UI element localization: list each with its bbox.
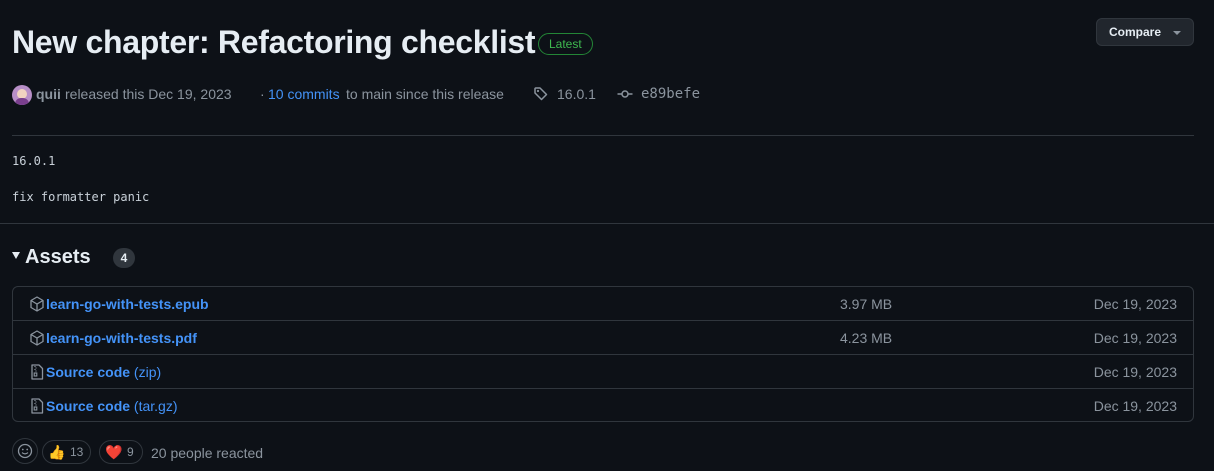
release-notes-line: 16.0.1 (12, 154, 56, 168)
reactions-summary: 20 people reacted (151, 445, 264, 461)
asset-size: 4.23 MB (840, 330, 893, 346)
asset-date: Dec 19, 2023 (1093, 296, 1177, 312)
release-date-text: released this Dec 19, 2023 (65, 86, 232, 102)
meta-separator: · (260, 86, 265, 102)
triangle-down-icon (12, 252, 20, 260)
reaction-count: 13 (70, 445, 84, 459)
release-title: New chapter: Refactoring checklist (12, 24, 536, 60)
author-avatar[interactable] (12, 85, 32, 105)
asset-row: Source code (zip) Dec 19, 2023 (13, 354, 1193, 389)
asset-row: Source code (tar.gz) Dec 19, 2023 (13, 388, 1193, 421)
release-notes-line: fix formatter panic (12, 190, 150, 204)
asset-link[interactable]: Source code (tar.gz) (46, 398, 178, 414)
divider (0, 223, 1214, 224)
asset-link[interactable]: learn-go-with-tests.pdf (46, 330, 197, 346)
assets-count-badge: 4 (113, 248, 135, 268)
tag-icon (534, 87, 548, 101)
compare-label: Compare (1109, 25, 1162, 39)
asset-date: Dec 19, 2023 (1093, 330, 1177, 346)
asset-size: 3.97 MB (840, 296, 893, 312)
assets-toggle[interactable]: Assets (12, 246, 91, 269)
add-reaction-button[interactable] (12, 438, 38, 464)
author-name[interactable]: quii (36, 86, 61, 102)
divider (12, 135, 1194, 136)
release-page: New chapter: Refactoring checklist Lates… (0, 0, 1214, 471)
package-icon (30, 296, 44, 312)
smiley-icon (17, 443, 33, 459)
release-tag-link[interactable]: 16.0.1 (557, 86, 596, 102)
file-zip-icon (31, 398, 44, 414)
latest-badge: Latest (538, 33, 593, 55)
package-icon (30, 330, 44, 346)
commits-since-text: to main since this release (346, 86, 504, 102)
heart-icon: ❤️ (105, 444, 123, 460)
commits-link[interactable]: 10 commits (268, 86, 340, 102)
commit-icon (617, 90, 633, 98)
reaction-count: 9 (127, 445, 134, 459)
reaction-heart-button[interactable]: ❤️ 9 (99, 440, 143, 464)
asset-date: Dec 19, 2023 (1093, 398, 1177, 414)
commit-sha-link[interactable]: e89befe (641, 86, 700, 102)
thumbs-up-icon: 👍 (48, 444, 66, 460)
compare-button[interactable]: Compare (1096, 18, 1194, 46)
asset-row: learn-go-with-tests.pdf 4.23 MB Dec 19, … (13, 320, 1193, 355)
assets-heading: Assets (25, 246, 91, 268)
asset-date: Dec 19, 2023 (1093, 364, 1177, 380)
chevron-down-icon (1173, 31, 1181, 35)
asset-row: learn-go-with-tests.epub 3.97 MB Dec 19,… (13, 287, 1193, 321)
reaction-thumbs-up-button[interactable]: 👍 13 (42, 440, 91, 464)
asset-link[interactable]: Source code (zip) (46, 364, 161, 380)
file-zip-icon (31, 364, 44, 380)
asset-link[interactable]: learn-go-with-tests.epub (46, 296, 209, 312)
assets-list: learn-go-with-tests.epub 3.97 MB Dec 19,… (12, 286, 1194, 422)
